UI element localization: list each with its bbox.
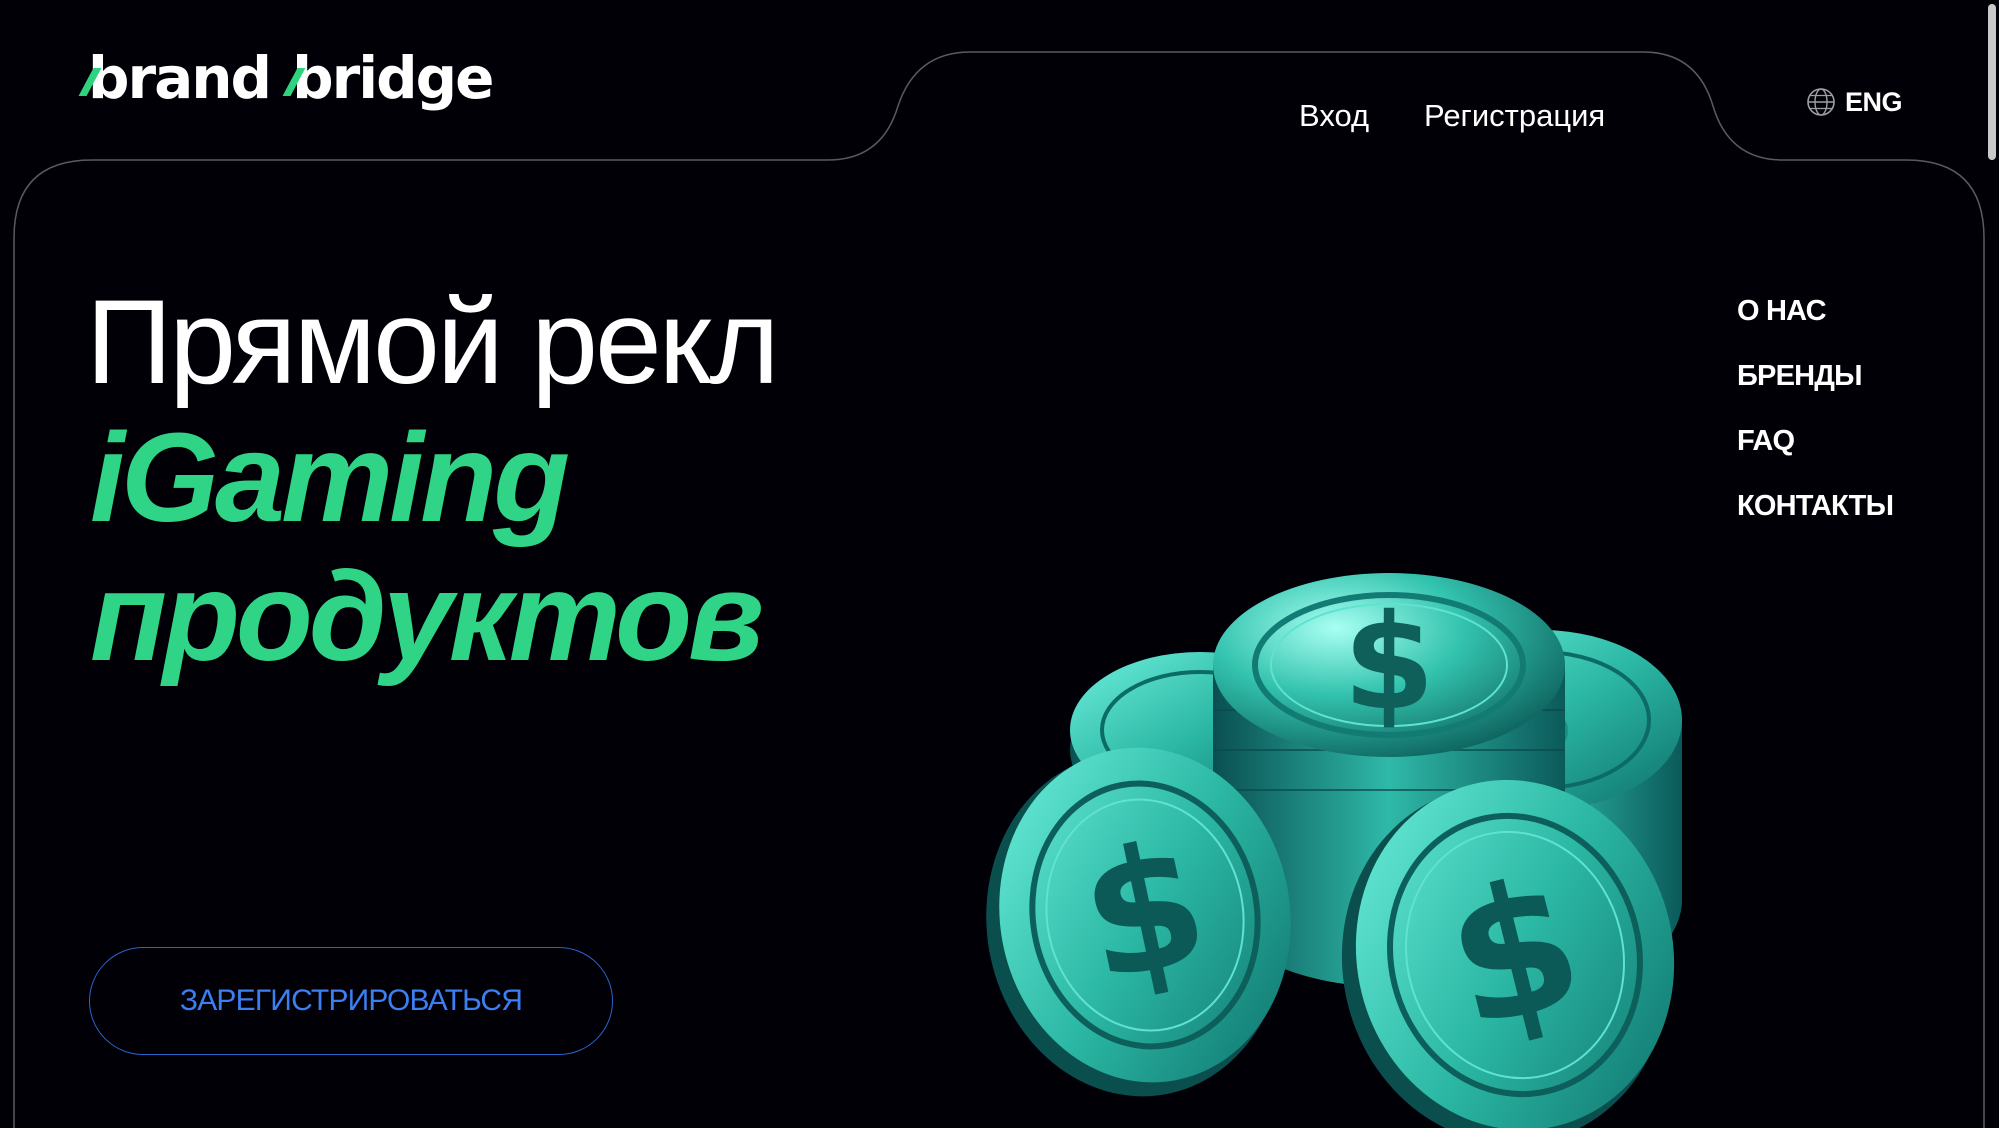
menu-item-faq[interactable]: FAQ — [1737, 426, 1893, 491]
language-switcher[interactable]: ENG — [1805, 86, 1903, 118]
hero-title-line2: iGaming — [90, 407, 570, 548]
brand-logo[interactable]: brand bridge — [78, 38, 494, 118]
register-link[interactable]: Регистрация — [1424, 92, 1605, 140]
page-scrollbar[interactable] — [1985, 0, 1999, 1128]
menu-item-contacts[interactable]: КОНТАКТЫ — [1737, 491, 1894, 556]
menu-item-brands[interactable]: БРЕНДЫ — [1737, 361, 1893, 426]
dollar-coins-image: $ $ $ $ — [986, 573, 1682, 1128]
register-cta-button[interactable]: ЗАРЕГИСТРИРОВАТЬСЯ — [89, 947, 613, 1055]
globe-icon — [1807, 88, 1835, 116]
language-label: ENG — [1845, 86, 1903, 117]
logo-word-bridge: bridge — [282, 38, 494, 118]
menu-item-about[interactable]: О НАС — [1737, 296, 1893, 361]
logo-text-bridge: bridge — [292, 44, 494, 112]
login-link[interactable]: Вход — [1299, 92, 1369, 140]
hero-title-line1: Прямой рекл — [86, 275, 780, 409]
scrollbar-thumb[interactable] — [1988, 4, 1996, 160]
svg-text:$: $ — [1343, 586, 1435, 740]
hero-title-line3: продуктов — [90, 546, 764, 687]
logo-text-brand: brand — [88, 44, 272, 112]
logo-word-brand: brand — [78, 38, 272, 118]
side-menu: О НАС БРЕНДЫ FAQ КОНТАКТЫ — [1737, 296, 1894, 556]
